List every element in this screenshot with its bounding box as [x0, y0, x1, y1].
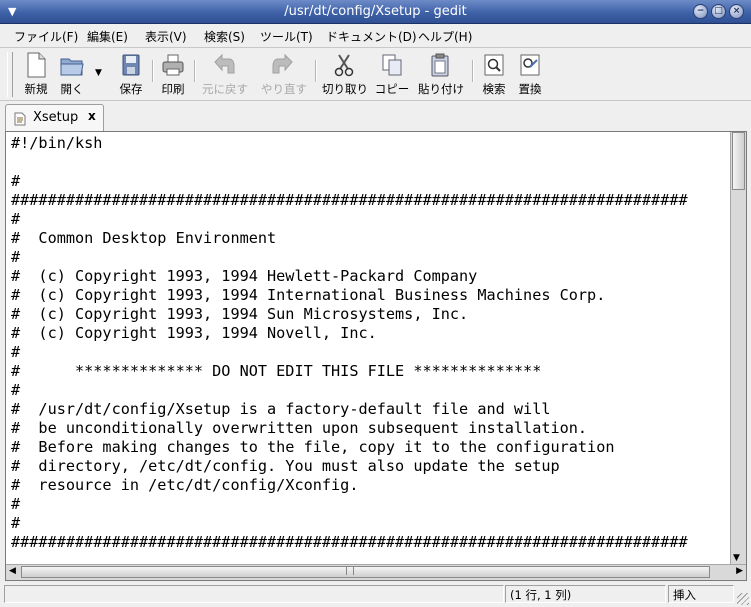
replace-icon — [520, 54, 540, 76]
copy-icon — [382, 54, 402, 76]
new-document-icon — [27, 52, 46, 78]
toolbar-separator — [315, 60, 317, 82]
open-label: 開く — [60, 82, 84, 96]
open-button[interactable]: 開く — [50, 52, 94, 98]
replace-button[interactable]: 置換 — [508, 52, 552, 98]
toolbar-separator — [194, 60, 196, 82]
save-label: 保存 — [119, 82, 143, 96]
vertical-scrollbar[interactable]: ▼ — [730, 132, 746, 564]
replace-label: 置換 — [518, 82, 542, 96]
close-icon[interactable]: × — [729, 4, 744, 19]
save-button[interactable]: 保存 — [109, 52, 153, 98]
close-tab-icon[interactable]: x — [88, 109, 96, 123]
menu-documents[interactable]: ドキュメント(D) — [326, 28, 417, 45]
editor-line: # — [11, 248, 21, 266]
copy-button[interactable]: コピー — [370, 52, 414, 98]
editor-line: #!/bin/ksh — [11, 134, 103, 152]
editor-line: # — [11, 343, 21, 361]
editor-line: # ************** DO NOT EDIT THIS FILE *… — [11, 362, 542, 380]
cursor-position: (1 行, 1 列) — [505, 585, 666, 603]
menu-search[interactable]: 検索(S) — [204, 28, 245, 45]
editor-line: # /usr/dt/config/Xsetup is a factory-def… — [11, 400, 551, 418]
editor-line: # — [11, 172, 21, 190]
editor-line: ########################################… — [11, 191, 688, 209]
copy-label: コピー — [374, 82, 410, 96]
scroll-left-arrow-icon[interactable]: ◀ — [9, 566, 16, 576]
menu-view[interactable]: 表示(V) — [145, 28, 187, 45]
paste-label: 貼り付け — [418, 82, 464, 96]
status-message — [4, 585, 504, 603]
open-recent-dropdown-icon[interactable]: ▼ — [95, 68, 102, 78]
title-bar[interactable]: ▼ /usr/dt/config/Xsetup - gedit − □ × — [0, 0, 751, 24]
print-label: 印刷 — [161, 82, 185, 96]
editor-line: # resource in /etc/dt/config/Xconfig. — [11, 476, 359, 494]
print-button[interactable]: 印刷 — [151, 52, 195, 98]
cut-label: 切り取り — [322, 82, 368, 96]
editor-line: # directory, /etc/dt/config. You must al… — [11, 457, 560, 475]
find-icon — [484, 54, 504, 76]
document-tab-strip: Xsetup x — [0, 101, 751, 132]
resize-grip-icon[interactable] — [737, 593, 749, 605]
menu-tools[interactable]: ツール(T) — [260, 28, 313, 45]
editor-line: # (c) Copyright 1993, 1994 Novell, Inc. — [11, 324, 377, 342]
undo-icon — [214, 53, 235, 74]
editor-line: # Common Desktop Environment — [11, 229, 277, 247]
toolbar-grip[interactable] — [7, 52, 13, 97]
redo-icon — [272, 53, 293, 74]
tab-xsetup[interactable]: Xsetup x — [5, 104, 104, 131]
editor-line: # — [11, 381, 21, 399]
scroll-down-arrow-icon[interactable]: ▼ — [733, 553, 740, 563]
menu-file[interactable]: ファイル(F) — [14, 28, 78, 45]
editor-line: ########################################… — [11, 533, 688, 551]
editor-line: # — [11, 514, 21, 532]
redo-button[interactable]: やり直す — [261, 52, 307, 98]
status-bar: (1 行, 1 列) 挿入 — [0, 583, 751, 607]
scissors-icon — [334, 54, 354, 77]
horizontal-scroll-thumb[interactable] — [21, 566, 710, 578]
menu-help[interactable]: ヘルプ(H) — [418, 28, 472, 45]
cut-button[interactable]: 切り取り — [322, 52, 368, 98]
window-title: /usr/dt/config/Xsetup - gedit — [284, 4, 467, 19]
editor-frame: #!/bin/ksh # ############################… — [5, 131, 747, 581]
editor-line: # (c) Copyright 1993, 1994 Hewlett-Packa… — [11, 267, 478, 285]
text-editor[interactable]: #!/bin/ksh # ############################… — [11, 134, 727, 564]
open-folder-icon — [60, 58, 84, 76]
scroll-thumb-grip — [346, 567, 354, 575]
editor-line: # Before making changes to the file, cop… — [11, 438, 615, 456]
editor-line: # be unconditionally overwritten upon su… — [11, 419, 588, 437]
undo-label: 元に戻す — [202, 82, 248, 96]
undo-button[interactable]: 元に戻す — [202, 52, 248, 98]
editor-line: # (c) Copyright 1993, 1994 International… — [11, 286, 606, 304]
toolbar: 新規 開く ▼ 保存 印刷 元に戻す やり直す 切り取り コピー 貼り付け 検索… — [0, 48, 751, 101]
minimize-icon[interactable]: − — [693, 4, 708, 19]
menu-edit[interactable]: 編集(E) — [87, 28, 128, 45]
editor-line: # — [11, 495, 21, 513]
text-document-icon — [14, 112, 26, 126]
editor-line: # — [11, 210, 21, 228]
scroll-right-arrow-icon[interactable]: ▶ — [736, 566, 743, 576]
vertical-scroll-thumb[interactable] — [732, 132, 745, 190]
menu-bar: ファイル(F) 編集(E) 表示(V) 検索(S) ツール(T) ドキュメント(… — [0, 24, 751, 48]
horizontal-scrollbar[interactable]: ◀ ▶ — [6, 564, 746, 580]
insert-mode: 挿入 — [668, 585, 734, 603]
editor-line: # (c) Copyright 1993, 1994 Sun Microsyst… — [11, 305, 469, 323]
redo-label: やり直す — [261, 82, 307, 96]
maximize-icon[interactable]: □ — [711, 4, 726, 19]
save-icon — [122, 54, 140, 76]
tab-label: Xsetup — [33, 110, 79, 125]
paste-icon — [431, 53, 449, 77]
paste-button[interactable]: 貼り付け — [418, 52, 464, 98]
printer-icon — [162, 54, 184, 76]
